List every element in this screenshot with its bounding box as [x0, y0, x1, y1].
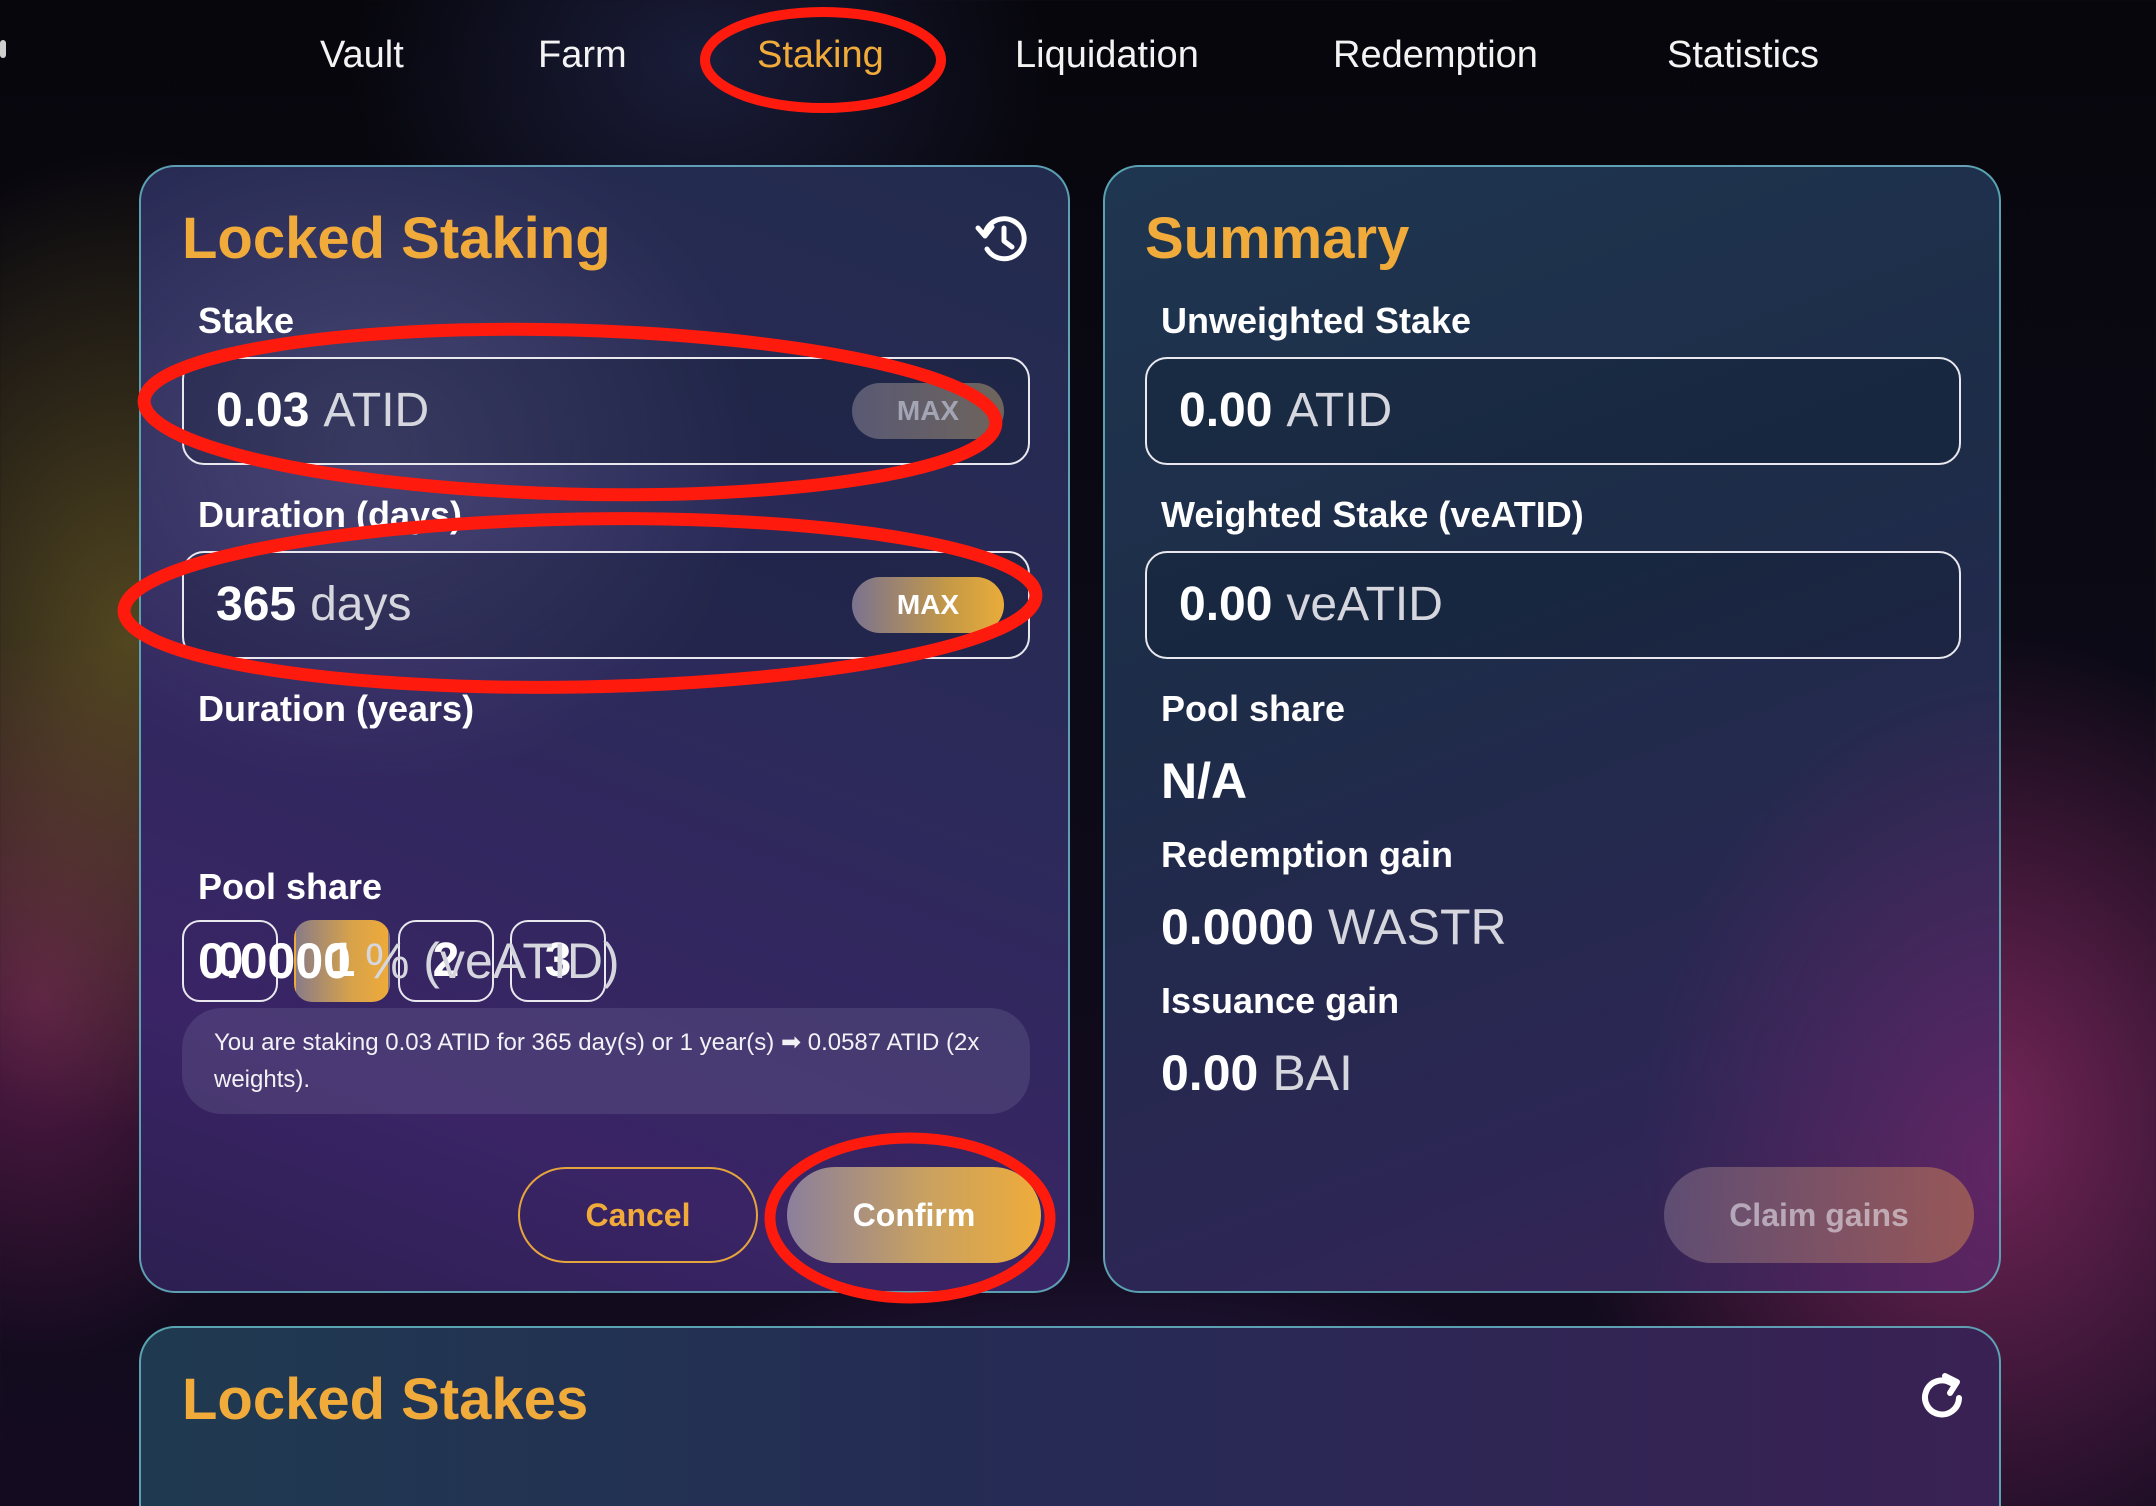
locked-stakes-panel: Locked Stakes — [139, 1326, 2001, 1506]
summary-pool-share-label: Pool share — [1161, 688, 1346, 729]
pool-share-unit: % (veATID) — [364, 933, 620, 989]
duration-days-unit: days — [310, 578, 412, 631]
locked-stakes-title: Locked Stakes — [182, 1367, 589, 1432]
locked-staking-title: Locked Staking — [182, 206, 611, 271]
duration-years-label: Duration (years) — [198, 688, 475, 729]
redemption-gain-label: Redemption gain — [1161, 834, 1454, 875]
issuance-gain-value: 0.00 — [1161, 1045, 1259, 1101]
issuance-gain-label: Issuance gain — [1161, 980, 1400, 1021]
nav-staking[interactable]: Staking — [757, 30, 884, 80]
nav-farm[interactable]: Farm — [538, 30, 627, 80]
stake-label: Stake — [198, 300, 295, 341]
stake-value: 0.03 — [216, 384, 310, 437]
duration-max-button[interactable]: MAX — [852, 577, 1004, 633]
cancel-button[interactable]: Cancel — [518, 1167, 758, 1263]
redemption-gain-value: 0.0000 — [1161, 899, 1314, 955]
weighted-stake-field: 0.00 veATID — [1145, 551, 1961, 659]
nav-statistics[interactable]: Statistics — [1667, 30, 1819, 80]
window-edge-mark — [0, 40, 6, 58]
summary-pool-share-value: N/A — [1161, 753, 1248, 809]
weighted-stake-label: Weighted Stake (veATID) — [1161, 494, 1584, 535]
issuance-gain-unit: BAI — [1272, 1045, 1353, 1101]
locked-staking-panel: Locked Staking Stake 0.03 ATID MAX Durati… — [139, 165, 1070, 1293]
unweighted-stake-value: 0.00 — [1179, 384, 1273, 437]
duration-days-input[interactable]: 365 days MAX — [182, 551, 1030, 659]
history-icon[interactable] — [975, 211, 1031, 267]
pool-share-stat: 0.0000% (veATID) — [198, 932, 620, 990]
top-nav: Vault Farm Staking Liquidation Redemptio… — [0, 0, 2156, 110]
issuance-gain-stat: 0.00 BAI — [1161, 1044, 1353, 1102]
stake-unit: ATID — [323, 384, 430, 437]
unweighted-stake-field: 0.00 ATID — [1145, 357, 1961, 465]
unweighted-stake-unit: ATID — [1286, 384, 1393, 437]
weighted-stake-unit: veATID — [1286, 578, 1443, 631]
redemption-gain-unit: WASTR — [1327, 899, 1507, 955]
unweighted-stake-label: Unweighted Stake — [1161, 300, 1472, 341]
redemption-gain-stat: 0.0000 WASTR — [1161, 898, 1507, 956]
pool-share-value: 0.0000 — [198, 933, 351, 989]
refresh-icon[interactable] — [1915, 1370, 1971, 1426]
duration-days-label: Duration (days) — [198, 494, 463, 535]
summary-panel: Summary Unweighted Stake 0.00 ATID Weight… — [1103, 165, 2001, 1293]
duration-days-value: 365 — [216, 578, 297, 631]
nav-liquidation[interactable]: Liquidation — [1015, 30, 1199, 80]
nav-redemption[interactable]: Redemption — [1333, 30, 1538, 80]
stake-input[interactable]: 0.03 ATID MAX — [182, 357, 1030, 465]
confirm-button[interactable]: Confirm — [787, 1167, 1041, 1263]
summary-title: Summary — [1145, 206, 1410, 271]
staking-summary-note: You are staking 0.03 ATID for 365 day(s)… — [182, 1008, 1030, 1114]
nav-vault[interactable]: Vault — [320, 30, 404, 80]
claim-gains-button[interactable]: Claim gains — [1664, 1167, 1974, 1263]
summary-pool-share-stat: N/A — [1161, 752, 1247, 810]
weighted-stake-value: 0.00 — [1179, 578, 1273, 631]
stake-max-button[interactable]: MAX — [852, 383, 1004, 439]
pool-share-label: Pool share — [198, 866, 383, 907]
